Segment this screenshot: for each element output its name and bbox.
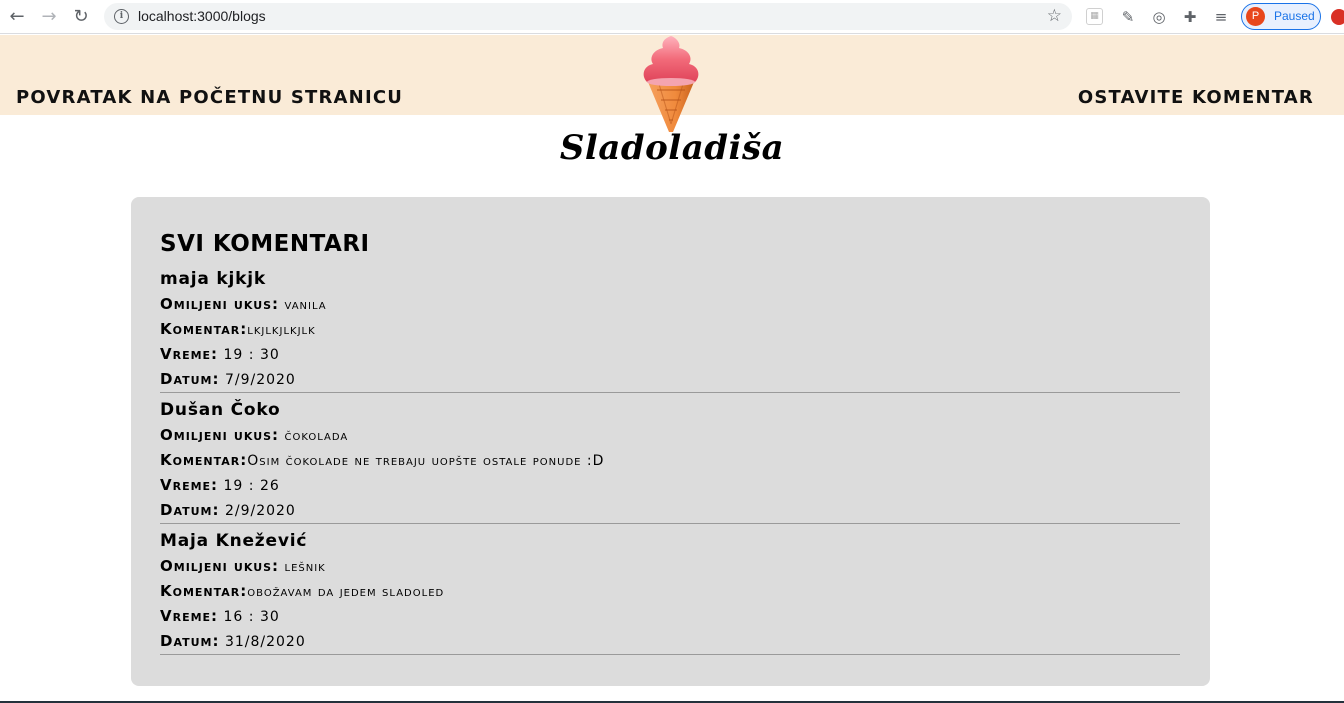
date-label: Datum:: [160, 501, 220, 519]
comment-row: Komentar:Osim čokolade ne trebaju uopšte…: [160, 448, 1180, 473]
comment-label: Komentar:: [160, 320, 248, 338]
comment-item: Dušan Čoko Omiljeni ukus: čokolada Komen…: [160, 397, 1180, 524]
back-to-home-link[interactable]: POVRATAK NA POČETNU STRANICU: [16, 87, 403, 108]
comment-author: Maja Knežević: [160, 531, 308, 551]
comment-author: Dušan Čoko: [160, 400, 281, 420]
comment-row: Komentar:lkjlkjlkjlk: [160, 317, 1180, 342]
time-label: Vreme:: [160, 345, 219, 363]
comment-row: Komentar:obožavam da jedem sladoled: [160, 579, 1180, 604]
date-value: 2/9/2020: [224, 503, 296, 519]
flavor-row: Omiljeni ukus: čokolada: [160, 423, 1180, 448]
extension-circle-icon[interactable]: ◎: [1149, 7, 1169, 27]
comment-label: Komentar:: [160, 451, 248, 469]
profile-status: Paused: [1274, 9, 1315, 23]
date-row: Datum: 31/8/2020: [160, 629, 1180, 654]
date-value: 31/8/2020: [224, 634, 306, 650]
comment-item: maja kjkjk Omiljeni ukus: vanila Komenta…: [160, 266, 1180, 393]
flavor-label: Omiljeni ukus:: [160, 295, 280, 313]
comments-card: SVI KOMENTARI maja kjkjk Omiljeni ukus: …: [131, 197, 1210, 686]
time-label: Vreme:: [160, 476, 219, 494]
time-row: Vreme: 19 : 30: [160, 342, 1180, 367]
bookmark-star-icon[interactable]: ☆: [1047, 6, 1062, 26]
flavor-label: Omiljeni ukus:: [160, 426, 280, 444]
forward-arrow-icon[interactable]: →: [38, 6, 60, 28]
comment-text: Osim čokolade ne trebaju uopšte ostale p…: [247, 453, 605, 469]
avatar: P: [1246, 7, 1265, 26]
flavor-row: Omiljeni ukus: vanila: [160, 292, 1180, 317]
time-value: 19 : 30: [223, 347, 280, 363]
time-value: 16 : 30: [223, 609, 280, 625]
flavor-value: lešnik: [284, 559, 326, 575]
flavor-row: Omiljeni ukus: lešnik: [160, 554, 1180, 579]
reload-icon[interactable]: ↻: [70, 6, 92, 28]
comments-title: SVI KOMENTARI: [160, 231, 370, 257]
extension-icon[interactable]: ▦: [1086, 8, 1103, 25]
date-row: Datum: 2/9/2020: [160, 498, 1180, 523]
brand-title: Sladoladiša: [559, 128, 785, 168]
flavor-label: Omiljeni ukus:: [160, 557, 280, 575]
comment-author: maja kjkjk: [160, 269, 266, 289]
time-row: Vreme: 19 : 26: [160, 473, 1180, 498]
eyedropper-icon[interactable]: ✎: [1118, 7, 1138, 27]
date-row: Datum: 7/9/2020: [160, 367, 1180, 392]
browser-toolbar: ← → ↻ i localhost:3000/blogs ☆ ▦ ✎ ◎ ✚ ≡…: [0, 0, 1344, 34]
time-label: Vreme:: [160, 607, 219, 625]
ice-cream-logo-icon: [643, 36, 699, 132]
comment-text: obožavam da jedem sladoled: [247, 584, 445, 600]
date-label: Datum:: [160, 632, 220, 650]
comment-label: Komentar:: [160, 582, 248, 600]
comment-text: lkjlkjlkjlk: [247, 322, 316, 338]
flavor-value: čokolada: [284, 428, 349, 444]
playlist-icon[interactable]: ≡: [1211, 7, 1231, 27]
address-bar[interactable]: i localhost:3000/blogs ☆: [104, 3, 1072, 30]
profile-button[interactable]: P Paused: [1241, 3, 1321, 30]
puzzle-icon[interactable]: ✚: [1180, 7, 1200, 27]
comment-item: Maja Knežević Omiljeni ukus: lešnik Kome…: [160, 528, 1180, 655]
back-arrow-icon[interactable]: ←: [6, 6, 28, 28]
date-label: Datum:: [160, 370, 220, 388]
info-icon[interactable]: i: [114, 9, 129, 24]
time-value: 19 : 26: [223, 478, 280, 494]
time-row: Vreme: 16 : 30: [160, 604, 1180, 629]
extension-red-icon[interactable]: [1331, 9, 1344, 25]
url-text[interactable]: localhost:3000/blogs: [138, 8, 266, 24]
leave-comment-link[interactable]: OSTAVITE KOMENTAR: [1078, 87, 1314, 108]
date-value: 7/9/2020: [224, 372, 296, 388]
flavor-value: vanila: [284, 297, 327, 313]
